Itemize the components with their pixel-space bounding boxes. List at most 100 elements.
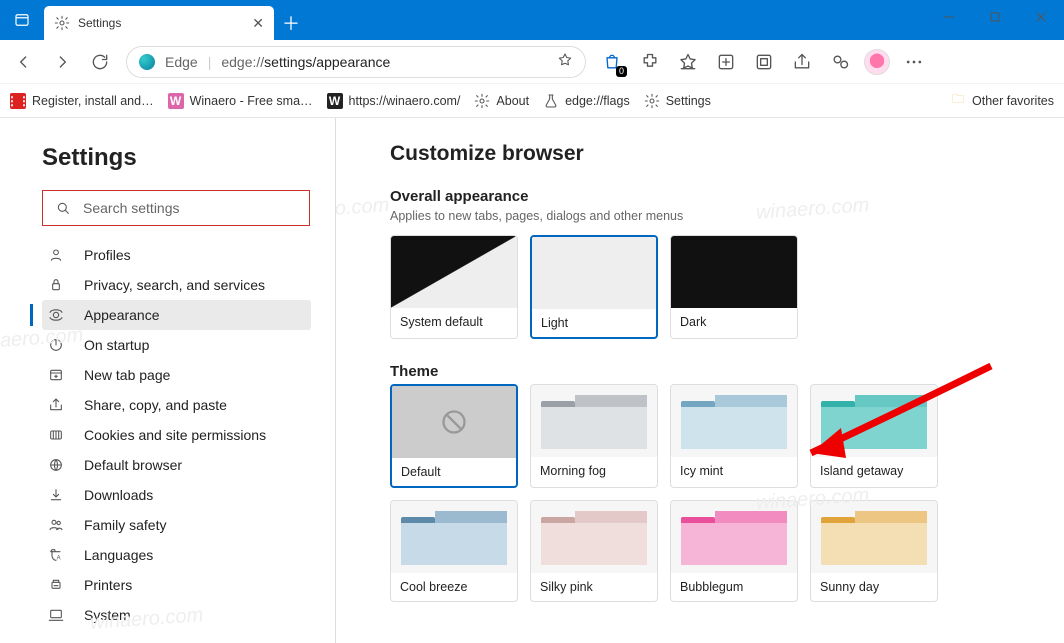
appearance-option-system-default[interactable]: System default bbox=[390, 235, 518, 339]
shopping-button[interactable]: 0 bbox=[594, 44, 630, 80]
badge-count: 0 bbox=[616, 66, 627, 77]
nav-icon bbox=[42, 517, 70, 533]
bookmark-item[interactable]: WWinaero - Free sma… bbox=[168, 93, 313, 109]
nav-item-default-browser[interactable]: Default browser bbox=[42, 450, 311, 480]
gear-icon bbox=[474, 93, 490, 109]
nav-icon bbox=[42, 607, 70, 623]
settings-title: Settings bbox=[42, 144, 311, 172]
nav-label: On startup bbox=[84, 337, 149, 353]
nav-icon: A bbox=[42, 547, 70, 563]
nav-icon bbox=[42, 427, 70, 443]
nav-label: Cookies and site permissions bbox=[84, 427, 266, 443]
close-tab-icon[interactable]: ✕ bbox=[252, 15, 264, 32]
card-label: Light bbox=[532, 309, 656, 337]
history-button[interactable] bbox=[746, 44, 782, 80]
app-label: Edge bbox=[165, 54, 198, 70]
nav-item-system[interactable]: System bbox=[42, 600, 311, 630]
tab-actions-button[interactable] bbox=[0, 0, 44, 40]
nav-item-printers[interactable]: Printers bbox=[42, 570, 311, 600]
card-label: Dark bbox=[671, 308, 797, 336]
section-subtext: Applies to new tabs, pages, dialogs and … bbox=[390, 209, 1046, 223]
edge-logo-icon bbox=[139, 54, 155, 70]
new-tab-button[interactable]: ＋ bbox=[274, 6, 308, 40]
nav-item-cookies-and-site-permissions[interactable]: Cookies and site permissions bbox=[42, 420, 311, 450]
performance-button[interactable] bbox=[822, 44, 858, 80]
window-controls bbox=[926, 0, 1064, 34]
collections-button[interactable] bbox=[708, 44, 744, 80]
nav-label: Share, copy, and paste bbox=[84, 397, 227, 413]
nav-label: Family safety bbox=[84, 517, 166, 533]
nav-item-family-safety[interactable]: Family safety bbox=[42, 510, 311, 540]
theme-option-icy-mint[interactable]: Icy mint bbox=[670, 384, 798, 488]
back-button[interactable] bbox=[6, 44, 42, 80]
appearance-option-dark[interactable]: Dark bbox=[670, 235, 798, 339]
bookmark-item[interactable]: Whttps://winaero.com/ bbox=[327, 93, 461, 109]
nav-icon bbox=[42, 247, 70, 263]
theme-options: Default Morning fog Icy mint Island getaway… bbox=[390, 384, 950, 602]
gear-icon bbox=[54, 15, 70, 31]
favorites-button[interactable] bbox=[670, 44, 706, 80]
nav-item-share-copy-and-paste[interactable]: Share, copy, and paste bbox=[42, 390, 311, 420]
nav-icon bbox=[42, 307, 70, 323]
settings-main: Customize browser Overall appearance App… bbox=[336, 118, 1064, 643]
card-label: Icy mint bbox=[671, 457, 797, 485]
theme-option-cool-breeze[interactable]: Cool breeze bbox=[390, 500, 518, 602]
theme-option-bubblegum[interactable]: Bubblegum bbox=[670, 500, 798, 602]
appearance-option-light[interactable]: Light bbox=[530, 235, 658, 339]
bookmark-item[interactable]: ⋮⋮Register, install and… bbox=[10, 93, 154, 109]
content-area: Settings Search settings Profiles Privacy… bbox=[0, 118, 1064, 643]
settings-search-input[interactable]: Search settings bbox=[42, 190, 310, 226]
theme-option-morning-fog[interactable]: Morning fog bbox=[530, 384, 658, 488]
theme-option-default[interactable]: Default bbox=[390, 384, 518, 488]
share-button[interactable] bbox=[784, 44, 820, 80]
nav-label: Default browser bbox=[84, 457, 182, 473]
app-menu-button[interactable] bbox=[896, 44, 932, 80]
profile-avatar[interactable] bbox=[864, 49, 890, 75]
nav-label: Profiles bbox=[84, 247, 131, 263]
nav-item-appearance[interactable]: Appearance bbox=[42, 300, 311, 330]
bookmark-item[interactable]: About bbox=[474, 93, 529, 109]
browser-toolbar: Edge | edge://settings/appearance 0 bbox=[0, 40, 1064, 84]
favicon-icon: W bbox=[168, 93, 184, 109]
nav-icon bbox=[42, 337, 70, 353]
nav-item-profiles[interactable]: Profiles bbox=[42, 240, 311, 270]
theme-option-island-getaway[interactable]: Island getaway bbox=[810, 384, 938, 488]
nav-icon bbox=[42, 577, 70, 593]
nav-label: Printers bbox=[84, 577, 132, 593]
nav-item-languages[interactable]: ALanguages bbox=[42, 540, 311, 570]
nav-icon bbox=[42, 277, 70, 293]
forward-button[interactable] bbox=[44, 44, 80, 80]
theme-option-sunny-day[interactable]: Sunny day bbox=[810, 500, 938, 602]
nav-label: System bbox=[84, 607, 131, 623]
other-favorites[interactable]: 🗀Other favorites bbox=[950, 93, 1054, 109]
section-heading-appearance: Overall appearance bbox=[390, 188, 1046, 205]
theme-option-silky-pink[interactable]: Silky pink bbox=[530, 500, 658, 602]
tab-title: Settings bbox=[78, 16, 121, 30]
bookmark-item[interactable]: Settings bbox=[644, 93, 711, 109]
favicon-icon: W bbox=[327, 93, 343, 109]
nav-item-privacy-search-and-services[interactable]: Privacy, search, and services bbox=[42, 270, 311, 300]
refresh-button[interactable] bbox=[82, 44, 118, 80]
card-label: Sunny day bbox=[811, 573, 937, 601]
settings-nav: Profiles Privacy, search, and services App… bbox=[42, 240, 311, 630]
minimize-button[interactable] bbox=[926, 0, 972, 34]
card-label: Default bbox=[392, 458, 516, 486]
gear-icon bbox=[644, 93, 660, 109]
close-window-button[interactable] bbox=[1018, 0, 1064, 34]
favorite-star-icon[interactable] bbox=[557, 52, 573, 71]
bookmark-item[interactable]: edge://flags bbox=[543, 93, 630, 109]
nav-item-new-tab-page[interactable]: New tab page bbox=[42, 360, 311, 390]
nav-label: Downloads bbox=[84, 487, 153, 503]
address-bar[interactable]: Edge | edge://settings/appearance bbox=[126, 46, 586, 78]
card-label: System default bbox=[391, 308, 517, 336]
nav-item-downloads[interactable]: Downloads bbox=[42, 480, 311, 510]
card-label: Bubblegum bbox=[671, 573, 797, 601]
search-icon bbox=[55, 200, 71, 216]
extensions-button[interactable] bbox=[632, 44, 668, 80]
nav-label: Appearance bbox=[84, 307, 160, 323]
browser-tab[interactable]: Settings ✕ bbox=[44, 6, 274, 40]
maximize-button[interactable] bbox=[972, 0, 1018, 34]
nav-item-on-startup[interactable]: On startup bbox=[42, 330, 311, 360]
nav-icon bbox=[42, 457, 70, 473]
titlebar-left: Settings ✕ ＋ bbox=[0, 0, 308, 40]
